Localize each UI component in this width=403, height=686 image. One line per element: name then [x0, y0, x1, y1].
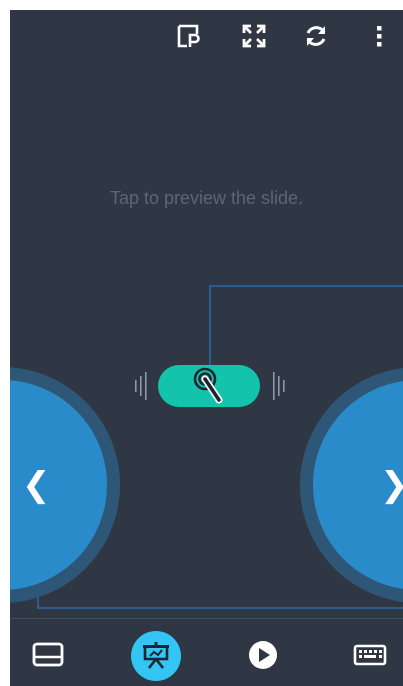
- play-icon: [249, 641, 277, 669]
- bottom-tab-bar: [10, 619, 403, 686]
- touchpad-tab[interactable]: [23, 633, 73, 677]
- keyboard-tab[interactable]: [345, 633, 395, 677]
- play-tab[interactable]: [238, 633, 288, 677]
- remote-screen: Tap to preview the slide. ❮: [10, 10, 403, 686]
- laser-pointer-button[interactable]: [158, 365, 260, 407]
- presenter-icon: [143, 642, 169, 669]
- keyboard-icon: [353, 644, 387, 666]
- pointer-control: [125, 362, 295, 410]
- touchpad-icon: [32, 642, 64, 667]
- guide-lines: [37, 285, 403, 609]
- chevron-left-icon: ❮: [22, 465, 51, 505]
- presenter-tab[interactable]: [131, 631, 181, 681]
- vibration-left-icon: [135, 372, 147, 400]
- chevron-right-icon: ❯: [380, 468, 403, 502]
- vibration-right-icon: [273, 372, 285, 400]
- laser-pointer-icon: [193, 367, 223, 404]
